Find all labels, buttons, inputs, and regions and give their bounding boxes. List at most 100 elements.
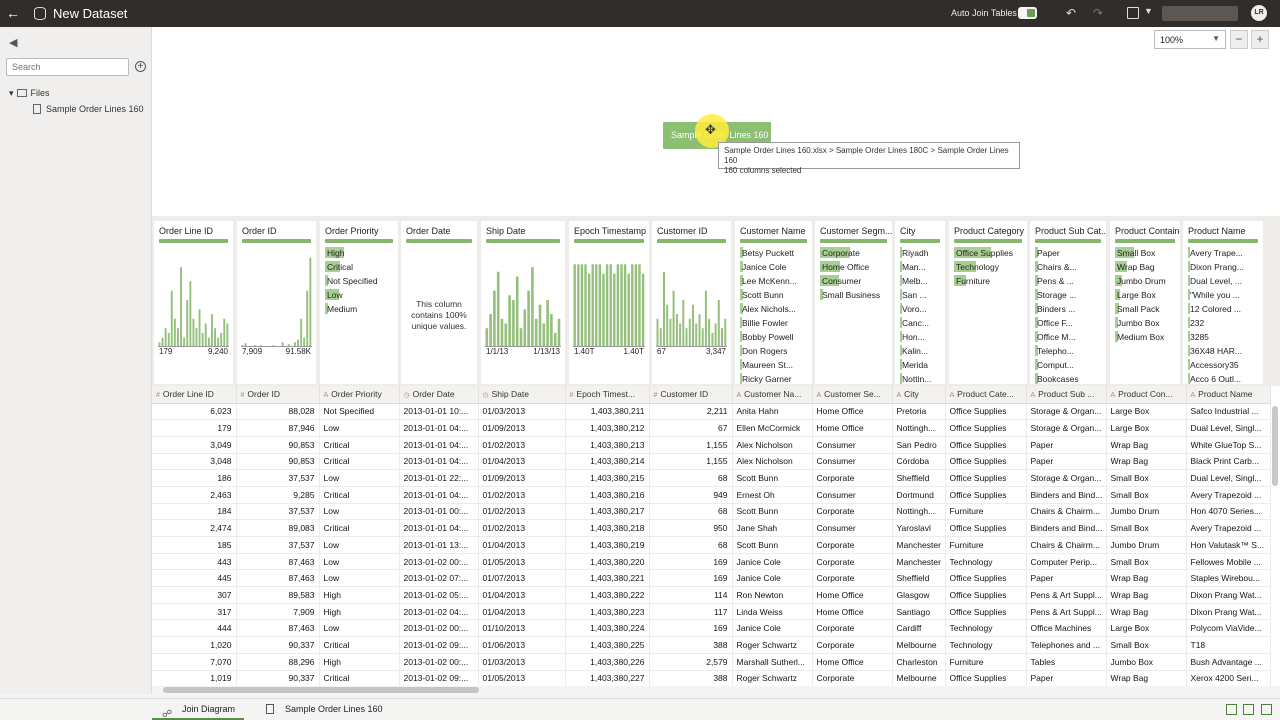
table-cell[interactable]: Wrap Bag <box>1106 453 1187 471</box>
table-cell[interactable]: Furniture <box>945 536 1027 554</box>
table-cell[interactable]: 1,403,380,222 <box>565 586 650 604</box>
table-cell[interactable]: 01/02/2013 <box>478 436 566 454</box>
table-cell[interactable]: Home Office <box>812 653 893 671</box>
table-cell[interactable]: Small Box <box>1106 469 1187 487</box>
table-cell[interactable]: Wrap Bag <box>1106 569 1187 588</box>
table-cell[interactable]: Roger Schwartz <box>732 636 813 654</box>
profile-card[interactable]: Product Category Office Supplies Technolog… <box>949 221 1027 384</box>
table-cell[interactable]: 7,909 <box>236 603 320 621</box>
table-cell[interactable]: Storage & Organ... <box>1026 403 1107 421</box>
table-cell[interactable]: 169 <box>649 619 733 638</box>
table-cell[interactable]: Office Supplies <box>945 453 1027 471</box>
table-cell[interactable]: Consumer <box>812 453 893 471</box>
table-cell[interactable]: Melbourne <box>892 670 946 686</box>
table-cell[interactable]: Large Box <box>1106 403 1187 421</box>
table-cell[interactable]: Corporate <box>812 569 893 588</box>
profile-card[interactable]: Order ID 7,909 91.58K <box>237 221 316 384</box>
table-cell[interactable]: Low <box>319 503 400 521</box>
table-cell[interactable]: Corporate <box>812 553 893 571</box>
table-cell[interactable]: Marshall Sutherl... <box>732 653 813 671</box>
table-cell[interactable]: 01/03/2013 <box>478 653 566 671</box>
table-cell[interactable]: Yaroslavl <box>892 519 946 537</box>
table-cell[interactable]: Corporate <box>812 619 893 638</box>
profile-card[interactable]: City Riyadh Man... Melb... San ... Voro... Can… <box>895 221 945 384</box>
table-cell[interactable]: Jumbo Drum <box>1106 503 1187 521</box>
table-cell[interactable]: 01/05/2013 <box>478 553 566 571</box>
column-header[interactable]: A Customer Se... <box>812 386 893 404</box>
table-cell[interactable]: Office Supplies <box>945 419 1027 437</box>
table-cell[interactable]: Dortmund <box>892 486 946 504</box>
table-cell[interactable]: 3,048 <box>152 453 237 471</box>
table-cell[interactable]: Office Supplies <box>945 670 1027 686</box>
undo-icon[interactable]: ↶ <box>1063 5 1079 21</box>
table-cell[interactable]: Small Box <box>1106 486 1187 504</box>
table-cell[interactable]: Paper <box>1026 569 1107 588</box>
table-cell[interactable]: 90,337 <box>236 670 320 686</box>
table-cell[interactable]: Scott Bunn <box>732 469 813 487</box>
table-cell[interactable]: Roger Schwartz <box>732 670 813 686</box>
table-cell[interactable]: Corporate <box>812 636 893 654</box>
table-cell[interactable]: Binders and Bind... <box>1026 519 1107 537</box>
table-cell[interactable]: Glasgow <box>892 586 946 604</box>
collapse-panel-icon[interactable]: ◀ <box>9 36 17 49</box>
table-cell[interactable]: 1,403,380,220 <box>565 553 650 571</box>
table-cell[interactable]: Corporate <box>812 503 893 521</box>
table-cell[interactable]: 2013-01-01 04:... <box>399 486 479 504</box>
table-cell[interactable]: Sheffield <box>892 469 946 487</box>
table-cell[interactable]: 185 <box>152 536 237 554</box>
table-cell[interactable]: Office Supplies <box>945 436 1027 454</box>
table-cell[interactable]: Avery Trapezoid ... <box>1186 519 1271 537</box>
table-cell[interactable]: 2013-01-01 04:... <box>399 419 479 437</box>
table-cell[interactable]: 89,583 <box>236 586 320 604</box>
table-cell[interactable]: 01/02/2013 <box>478 503 566 521</box>
table-cell[interactable]: Low <box>319 536 400 554</box>
table-cell[interactable]: Pens & Art Suppl... <box>1026 586 1107 604</box>
table-cell[interactable]: Low <box>319 553 400 571</box>
auto-join-toggle[interactable] <box>1018 7 1037 19</box>
table-cell[interactable]: Office Supplies <box>945 519 1027 537</box>
table-cell[interactable]: 87,463 <box>236 569 320 588</box>
table-cell[interactable]: 7,070 <box>152 653 237 671</box>
table-cell[interactable]: 2013-01-01 04:... <box>399 453 479 471</box>
table-cell[interactable]: 88,296 <box>236 653 320 671</box>
table-cell[interactable]: Office Supplies <box>945 469 1027 487</box>
back-arrow-icon[interactable]: ← <box>4 4 22 22</box>
table-cell[interactable]: Home Office <box>812 403 893 421</box>
table-cell[interactable]: 186 <box>152 469 237 487</box>
table-cell[interactable]: Janice Cole <box>732 569 813 588</box>
table-cell[interactable]: 1,403,380,212 <box>565 419 650 437</box>
save-menu-chevron-icon[interactable]: ▼ <box>1144 6 1153 16</box>
table-cell[interactable]: 87,463 <box>236 619 320 638</box>
table-cell[interactable]: 1,403,380,218 <box>565 519 650 537</box>
table-cell[interactable]: Low <box>319 569 400 588</box>
column-header[interactable]: # Order Line ID <box>152 386 237 404</box>
table-cell[interactable]: Critical <box>319 453 400 471</box>
table-cell[interactable]: Large Box <box>1106 419 1187 437</box>
table-cell[interactable]: Home Office <box>812 419 893 437</box>
table-cell[interactable]: Pens & Art Suppl... <box>1026 603 1107 621</box>
table-cell[interactable]: 1,403,380,221 <box>565 569 650 588</box>
table-cell[interactable]: Consumer <box>812 436 893 454</box>
column-header[interactable]: A City <box>892 386 946 404</box>
column-header[interactable]: # Order ID <box>236 386 320 404</box>
table-cell[interactable]: Fellowes Mobile ... <box>1186 553 1271 571</box>
table-cell[interactable]: 01/03/2013 <box>478 403 566 421</box>
table-cell[interactable]: 01/05/2013 <box>478 670 566 686</box>
table-cell[interactable]: 01/04/2013 <box>478 536 566 554</box>
table-cell[interactable]: 317 <box>152 603 237 621</box>
column-header[interactable]: ◷ Order Date <box>399 386 479 404</box>
table-cell[interactable]: 2013-01-02 00:... <box>399 553 479 571</box>
table-cell[interactable]: Binders and Bind... <box>1026 486 1107 504</box>
table-cell[interactable]: 2013-01-02 00:... <box>399 653 479 671</box>
table-cell[interactable]: 01/07/2013 <box>478 569 566 588</box>
table-cell[interactable]: Manchester <box>892 536 946 554</box>
redo-icon[interactable]: ↷ <box>1090 5 1106 21</box>
table-cell[interactable]: 01/10/2013 <box>478 619 566 638</box>
table-cell[interactable]: Black Print Carb... <box>1186 453 1271 471</box>
table-cell[interactable]: 950 <box>649 519 733 537</box>
profile-card[interactable]: Product Name Avery Trape... Dixon Prang...… <box>1183 221 1263 384</box>
table-cell[interactable]: 2013-01-02 05:... <box>399 586 479 604</box>
search-input[interactable] <box>6 58 129 76</box>
table-cell[interactable]: Technology <box>945 619 1027 638</box>
table-cell[interactable]: Telephones and ... <box>1026 636 1107 654</box>
